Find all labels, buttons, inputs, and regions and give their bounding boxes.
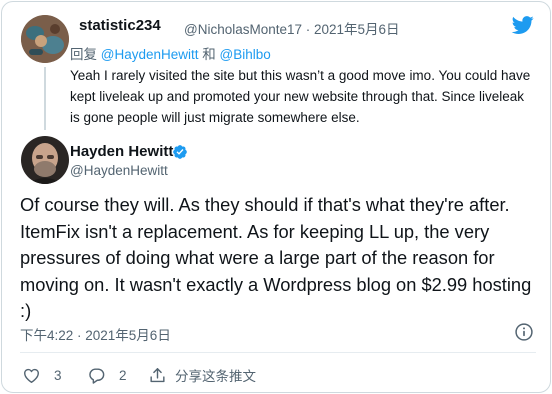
reply-author-name[interactable]: statistic234 <box>79 17 161 34</box>
like-button[interactable]: 3 <box>22 364 62 386</box>
tweet-embed-card: statistic234 @NicholasMonte17 · 2021年5月6… <box>1 1 551 393</box>
reply-mention-2[interactable]: @Bihlbo <box>220 47 271 62</box>
share-label: 分享这条推文 <box>175 369 256 384</box>
reply-button[interactable]: 2 <box>87 364 127 386</box>
tweet-timestamp[interactable]: 下午4:22 · 2021年5月6日 <box>20 324 171 344</box>
twitter-logo-icon[interactable] <box>510 14 536 36</box>
like-count: 3 <box>54 367 62 383</box>
actions-divider <box>20 352 536 353</box>
main-author-avatar[interactable] <box>21 136 69 184</box>
main-author-handle[interactable]: @HaydenHewitt <box>70 163 168 178</box>
heart-icon <box>24 368 39 383</box>
reply-count: 2 <box>119 367 127 383</box>
reply-author-handle-date[interactable]: @NicholasMonte17 · 2021年5月6日 <box>184 18 400 38</box>
reply-text: Yeah I rarely visited the site but this … <box>70 68 531 125</box>
reply-bubble-icon <box>89 367 105 384</box>
share-icon <box>150 367 165 382</box>
reply-mention-1[interactable]: @HaydenHewitt <box>101 47 199 62</box>
share-tweet-button[interactable]: 分享这条推文 <box>148 364 256 386</box>
replying-to-line: 回复 @HaydenHewitt 和 @Bihlbo <box>70 43 271 63</box>
replying-to-and: 和 <box>202 47 216 62</box>
reply-author-avatar[interactable] <box>21 15 69 63</box>
replying-to-prefix: 回复 <box>70 47 97 62</box>
thread-connector-line <box>44 67 46 130</box>
main-tweet-text: Of course they will. As they should if t… <box>20 194 532 321</box>
verified-badge-icon <box>173 145 187 159</box>
main-author-name[interactable]: Hayden Hewitt <box>70 143 173 160</box>
info-icon[interactable] <box>514 322 534 342</box>
